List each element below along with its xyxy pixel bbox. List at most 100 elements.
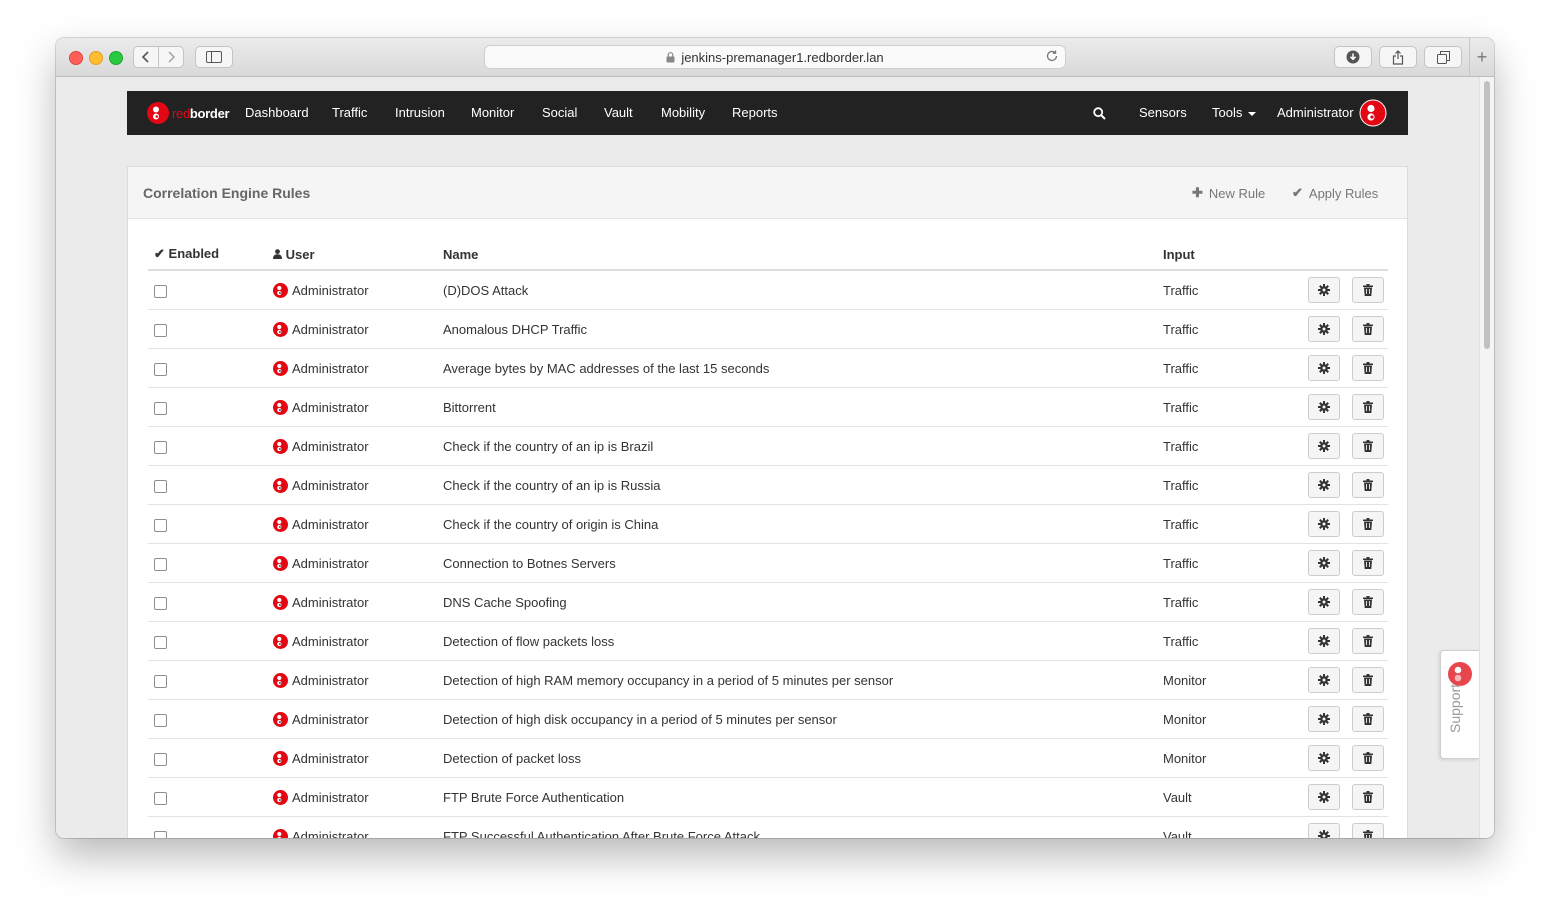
nav-social[interactable]: Social — [542, 105, 577, 120]
page-title: Correlation Engine Rules — [143, 185, 311, 201]
delete-rule-button[interactable] — [1352, 823, 1384, 838]
trash-icon — [1363, 401, 1373, 413]
enabled-checkbox[interactable] — [154, 362, 167, 376]
rule-name: (D)DOS Attack — [437, 270, 1157, 310]
enabled-checkbox[interactable] — [154, 401, 167, 415]
delete-rule-button[interactable] — [1352, 628, 1384, 654]
edit-rule-button[interactable] — [1308, 745, 1341, 771]
user-avatar[interactable] — [1359, 99, 1387, 127]
delete-rule-button[interactable] — [1352, 433, 1384, 459]
enabled-checkbox[interactable] — [154, 791, 167, 805]
zoom-window-button[interactable] — [109, 51, 123, 65]
apply-rules-button[interactable]: ✔ Apply Rules — [1292, 185, 1378, 201]
edit-rule-button[interactable] — [1308, 277, 1341, 303]
enabled-checkbox[interactable] — [154, 596, 167, 610]
enabled-cell — [148, 543, 267, 583]
redborder-logo[interactable]: redborder — [147, 101, 230, 125]
nav-tools[interactable]: Tools — [1212, 105, 1256, 120]
nav-monitor[interactable]: Monitor — [471, 105, 514, 120]
delete-rule-button[interactable] — [1352, 745, 1384, 771]
edit-rule-button[interactable] — [1308, 472, 1341, 498]
new-rule-button[interactable]: ✚ New Rule — [1192, 185, 1265, 201]
delete-rule-button[interactable] — [1352, 316, 1384, 342]
nav-dashboard[interactable]: Dashboard — [245, 105, 309, 120]
gear-icon — [1318, 362, 1331, 374]
edit-rule-button[interactable] — [1308, 589, 1341, 615]
support-logo-icon — [1448, 662, 1472, 686]
rule-input: Traffic — [1157, 465, 1269, 505]
delete-rule-button[interactable] — [1352, 550, 1384, 576]
edit-rule-button[interactable] — [1308, 394, 1341, 420]
enabled-checkbox[interactable] — [154, 518, 167, 532]
edit-rule-button[interactable] — [1308, 706, 1341, 732]
delete-rule-button[interactable] — [1352, 706, 1384, 732]
forward-button[interactable] — [158, 46, 184, 68]
trash-icon — [1363, 752, 1373, 764]
nav-vault[interactable]: Vault — [604, 105, 633, 120]
nav-intrusion[interactable]: Intrusion — [395, 105, 445, 120]
page-scrollbar[interactable] — [1479, 77, 1494, 838]
delete-rule-button[interactable] — [1352, 355, 1384, 381]
scrollbar-thumb[interactable] — [1484, 81, 1490, 349]
user-name: Administrator — [292, 711, 369, 727]
new-rule-label: New Rule — [1208, 185, 1266, 201]
tabs-overview-button[interactable] — [1424, 46, 1462, 68]
actions-cell — [1269, 582, 1388, 622]
page-content: redborder Dashboard Traffic Intrusion Mo… — [56, 77, 1480, 838]
delete-rule-button[interactable] — [1352, 589, 1384, 615]
edit-rule-button[interactable] — [1308, 433, 1341, 459]
minimize-window-button[interactable] — [89, 51, 103, 65]
search-icon[interactable] — [1093, 107, 1106, 120]
edit-rule-button[interactable] — [1308, 316, 1341, 342]
reload-icon[interactable] — [1045, 49, 1059, 63]
address-bar[interactable]: jenkins-premanager1.redborder.lan — [484, 45, 1066, 69]
delete-rule-button[interactable] — [1352, 511, 1384, 537]
user-name: Administrator — [292, 399, 369, 415]
actions-cell — [1269, 270, 1388, 310]
enabled-checkbox[interactable] — [154, 830, 167, 838]
back-button[interactable] — [133, 46, 159, 68]
user-cell: Administrator — [267, 348, 437, 388]
enabled-checkbox[interactable] — [154, 284, 167, 298]
enabled-checkbox[interactable] — [154, 440, 167, 454]
edit-rule-button[interactable] — [1308, 667, 1341, 693]
enabled-checkbox[interactable] — [154, 479, 167, 493]
enabled-cell — [148, 426, 267, 466]
sidebar-toggle-button[interactable] — [195, 46, 233, 68]
share-icon — [1392, 49, 1404, 65]
enabled-checkbox[interactable] — [154, 713, 167, 727]
edit-rule-button[interactable] — [1308, 355, 1341, 381]
close-window-button[interactable] — [69, 51, 83, 65]
user-cell: Administrator — [267, 699, 437, 739]
delete-rule-button[interactable] — [1352, 472, 1384, 498]
support-tab[interactable]: Support — [1440, 650, 1479, 759]
edit-rule-button[interactable] — [1308, 511, 1341, 537]
user-name: Administrator — [292, 282, 369, 298]
share-button[interactable] — [1379, 46, 1417, 68]
enabled-checkbox[interactable] — [154, 323, 167, 337]
browser-window: jenkins-premanager1.redborder.lan + redb… — [56, 38, 1494, 838]
enabled-checkbox[interactable] — [154, 557, 167, 571]
enabled-cell — [148, 621, 267, 661]
enabled-checkbox[interactable] — [154, 674, 167, 688]
user-cell: Administrator — [267, 309, 437, 349]
new-tab-button[interactable]: + — [1469, 38, 1494, 76]
user-cell: Administrator — [267, 777, 437, 817]
delete-rule-button[interactable] — [1352, 667, 1384, 693]
delete-rule-button[interactable] — [1352, 784, 1384, 810]
user-cell: Administrator — [267, 816, 437, 838]
edit-rule-button[interactable] — [1308, 784, 1341, 810]
edit-rule-button[interactable] — [1308, 550, 1341, 576]
enabled-checkbox[interactable] — [154, 752, 167, 766]
enabled-checkbox[interactable] — [154, 635, 167, 649]
downloads-button[interactable] — [1334, 46, 1372, 68]
nav-user[interactable]: Administrator — [1277, 105, 1354, 120]
nav-reports[interactable]: Reports — [732, 105, 778, 120]
nav-sensors[interactable]: Sensors — [1139, 105, 1187, 120]
edit-rule-button[interactable] — [1308, 628, 1341, 654]
nav-mobility[interactable]: Mobility — [661, 105, 705, 120]
delete-rule-button[interactable] — [1352, 277, 1384, 303]
delete-rule-button[interactable] — [1352, 394, 1384, 420]
edit-rule-button[interactable] — [1308, 823, 1341, 838]
nav-traffic[interactable]: Traffic — [332, 105, 367, 120]
